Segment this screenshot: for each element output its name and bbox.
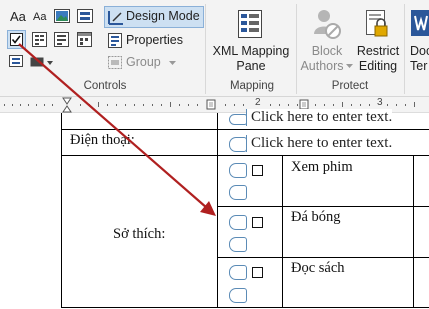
design-mode-icon [108,11,123,25]
xml-mapping-pane-button[interactable]: XML Mapping Pane [208,6,294,76]
content-control-end-handle[interactable] [229,185,247,200]
phone-input-placeholder[interactable]: Click here to enter text. [246,135,393,152]
checkbox-content-control-handle[interactable] [229,163,247,178]
group-separator [404,4,405,94]
table-border [282,155,283,308]
document-template-button[interactable]: Doc Ter [407,6,429,76]
mapping-group-label: Mapping [229,80,275,92]
rich-text-label: Aa [10,9,26,24]
xml-mapping-pane-label-line2: Pane [236,59,266,73]
properties-label: Properties [126,33,183,47]
xml-mapping-pane-label-line1: XML Mapping [212,44,290,58]
restrict-editing-label-line1: Restrict [356,44,400,58]
content-control-end-handle[interactable] [229,237,247,252]
design-mode-button[interactable]: Design Mode [104,6,204,28]
combo-box-content-control-icon[interactable] [32,32,47,47]
restrict-editing-button[interactable]: Restrict Editing [355,6,401,76]
drop-down-list-content-control-icon[interactable] [54,32,69,47]
content-control-handle[interactable] [229,137,247,152]
table-border [217,113,218,308]
content-control-end-handle[interactable] [229,288,247,303]
table-border [413,155,414,308]
checkbox-doc-sach[interactable] [252,267,263,278]
design-mode-label: Design Mode [126,9,200,23]
group-label: Group [126,55,161,69]
repeating-section-content-control-icon[interactable] [9,55,25,69]
plain-text-content-control-button[interactable]: Aa [33,11,46,23]
document-template-label-line1: Doc [410,44,429,58]
group-separator [205,4,206,94]
chevron-down-icon [169,61,176,65]
table-border [217,257,429,258]
group-icon [108,56,122,69]
table-border [217,206,429,207]
properties-icon [108,33,122,48]
check-box-content-control-button[interactable] [7,30,26,49]
checkbox-content-control-handle[interactable] [229,215,247,230]
checkbox-xem-phim[interactable] [252,165,263,176]
ruler-label-2: 2 [255,97,261,108]
lock-document-icon [366,10,388,37]
hobby-label: Sở thích: [113,226,166,242]
hobby-option-2: Đá bóng [291,209,341,225]
picture-content-control-icon[interactable] [54,9,70,23]
controls-group-label: Controls [83,80,127,92]
block-authors-label-line2: Authors [300,59,344,73]
group-button[interactable]: Group [106,54,186,72]
restrict-editing-label-line2: Editing [358,59,398,73]
text-placeholder[interactable]: Click here to enter text. [246,109,393,126]
block-authors-label-line1: Block [311,44,343,58]
building-block-gallery-icon[interactable] [77,9,93,23]
document-template-label-line2: Ter [410,59,428,73]
table-border [61,155,429,156]
date-picker-content-control-icon[interactable] [77,32,92,47]
ribbon: Aa Aa Design Mode Properties Group Contr… [0,0,429,97]
protect-group-label: Protect [331,80,369,92]
group-separator [296,4,297,94]
table-border [61,129,429,130]
checkbox-content-control-handle[interactable] [229,265,247,280]
properties-button[interactable]: Properties [106,32,204,50]
word-document-icon [411,10,429,36]
checkbox-icon [10,33,23,46]
plain-text-label: Aa [33,11,47,23]
phone-label: Điện thoại: [70,132,135,148]
hobby-option-3: Đọc sách [291,260,345,276]
table-border [61,113,62,308]
rich-text-content-control-button[interactable]: Aa [10,9,26,24]
table-border [61,307,429,308]
document-canvas[interactable]: Click here to enter text. Điện thoại: Cl… [0,109,429,309]
content-control-handle[interactable] [229,114,247,125]
block-authors-button[interactable]: Block Authors [299,6,355,76]
hobby-option-1: Xem phim [291,159,353,175]
checkbox-da-bong[interactable] [252,217,263,228]
ruler-label-3: 3 [377,97,383,108]
legacy-tools-icon[interactable] [30,55,54,69]
xml-mapping-pane-icon [238,10,262,38]
block-authors-icon [314,10,341,39]
